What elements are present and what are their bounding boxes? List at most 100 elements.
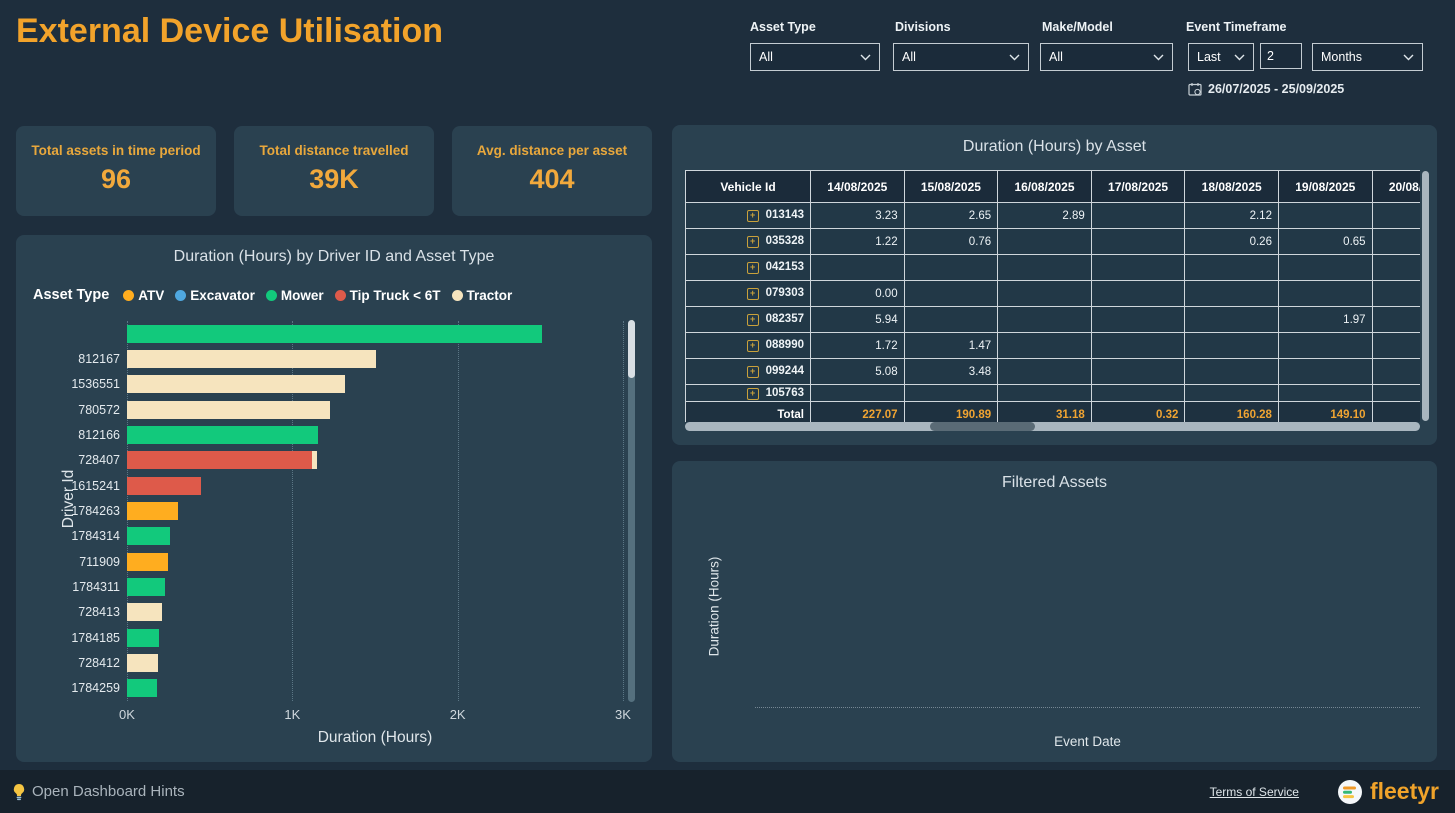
driver-bar-segment[interactable] bbox=[127, 451, 312, 469]
table-cell[interactable] bbox=[1278, 281, 1372, 307]
table-cell[interactable] bbox=[1185, 385, 1279, 402]
table-cell[interactable] bbox=[1091, 307, 1185, 333]
table-cell[interactable]: 0.76 bbox=[904, 229, 998, 255]
table-cell[interactable]: 2.89 bbox=[1372, 307, 1420, 333]
vehicle-id-cell[interactable]: +079303 bbox=[686, 281, 811, 307]
table-cell[interactable]: 3.48 bbox=[904, 359, 998, 385]
table-cell[interactable] bbox=[904, 385, 998, 402]
driver-chart-scrollbar[interactable] bbox=[628, 320, 635, 702]
table-cell[interactable] bbox=[811, 255, 905, 281]
expand-row-icon[interactable]: + bbox=[747, 388, 759, 400]
vehicle-id-cell[interactable]: +013143 bbox=[686, 203, 811, 229]
table-column-header[interactable]: 16/08/2025 bbox=[998, 171, 1092, 203]
table-cell[interactable] bbox=[1091, 359, 1185, 385]
table-cell[interactable]: 2.89 bbox=[998, 203, 1092, 229]
table-cell[interactable] bbox=[998, 281, 1092, 307]
table-column-header[interactable]: 14/08/2025 bbox=[811, 171, 905, 203]
table-cell[interactable] bbox=[1091, 255, 1185, 281]
divisions-dropdown[interactable]: All bbox=[893, 43, 1029, 71]
table-cell[interactable] bbox=[1091, 229, 1185, 255]
table-cell[interactable] bbox=[904, 281, 998, 307]
scrollbar-thumb[interactable] bbox=[930, 422, 1035, 431]
legend-item-tip-truck-6t[interactable]: Tip Truck < 6T bbox=[335, 288, 441, 303]
table-cell[interactable] bbox=[1372, 281, 1420, 307]
driver-bar-segment[interactable] bbox=[127, 502, 178, 520]
table-column-header[interactable]: 18/08/2025 bbox=[1185, 171, 1279, 203]
table-cell[interactable]: 1.97 bbox=[1278, 307, 1372, 333]
table-cell[interactable]: 2.12 bbox=[1185, 203, 1279, 229]
driver-bar-segment[interactable] bbox=[127, 679, 157, 697]
table-cell[interactable] bbox=[811, 385, 905, 402]
table-column-header[interactable]: 17/08/2025 bbox=[1091, 171, 1185, 203]
legend-item-excavator[interactable]: Excavator bbox=[175, 288, 255, 303]
driver-bar-segment[interactable] bbox=[127, 527, 170, 545]
expand-row-icon[interactable]: + bbox=[747, 314, 759, 326]
driver-bar-segment[interactable] bbox=[312, 451, 317, 469]
table-cell[interactable] bbox=[1372, 333, 1420, 359]
driver-bar-segment[interactable] bbox=[127, 553, 168, 571]
open-dashboard-hints-button[interactable]: Open Dashboard Hints bbox=[12, 783, 185, 801]
table-cell[interactable]: 5.08 bbox=[811, 359, 905, 385]
vehicle-id-cell[interactable]: +082357 bbox=[686, 307, 811, 333]
terms-of-service-link[interactable]: Terms of Service bbox=[1210, 785, 1299, 799]
table-cell[interactable]: 2.48 bbox=[1372, 359, 1420, 385]
legend-item-tractor[interactable]: Tractor bbox=[452, 288, 513, 303]
table-cell[interactable]: 1.47 bbox=[904, 333, 998, 359]
driver-bar-segment[interactable] bbox=[127, 578, 165, 596]
expand-row-icon[interactable]: + bbox=[747, 210, 759, 222]
table-column-header[interactable]: 20/08/2025 bbox=[1372, 171, 1420, 203]
vehicle-id-cell[interactable]: +042153 bbox=[686, 255, 811, 281]
table-cell[interactable] bbox=[1091, 385, 1185, 402]
table-cell[interactable] bbox=[998, 359, 1092, 385]
table-cell[interactable]: 2.65 bbox=[904, 203, 998, 229]
table-cell[interactable] bbox=[1372, 385, 1420, 402]
table-cell[interactable] bbox=[1185, 333, 1279, 359]
table-cell[interactable] bbox=[1091, 333, 1185, 359]
table-cell[interactable] bbox=[1278, 333, 1372, 359]
driver-bar-segment[interactable] bbox=[127, 603, 162, 621]
table-cell[interactable]: 1.72 bbox=[811, 333, 905, 359]
driver-bar-segment[interactable] bbox=[127, 401, 330, 419]
table-cell[interactable]: 0.65 bbox=[1278, 229, 1372, 255]
driver-bar-segment[interactable] bbox=[127, 350, 376, 368]
driver-bar-segment[interactable] bbox=[127, 629, 159, 647]
driver-bar-segment[interactable] bbox=[127, 477, 201, 495]
table-cell[interactable] bbox=[998, 307, 1092, 333]
table-cell[interactable]: 0.26 bbox=[1185, 229, 1279, 255]
legend-item-atv[interactable]: ATV bbox=[123, 288, 164, 303]
expand-row-icon[interactable]: + bbox=[747, 366, 759, 378]
table-column-header[interactable]: 15/08/2025 bbox=[904, 171, 998, 203]
expand-row-icon[interactable]: + bbox=[747, 288, 759, 300]
timeframe-mode-dropdown[interactable]: Last bbox=[1188, 43, 1254, 71]
driver-bar-segment[interactable] bbox=[127, 426, 318, 444]
timeframe-number-input[interactable] bbox=[1260, 43, 1302, 69]
driver-bar-segment[interactable] bbox=[127, 375, 345, 393]
vehicle-id-cell[interactable]: +099244 bbox=[686, 359, 811, 385]
table-cell[interactable] bbox=[1185, 307, 1279, 333]
table-cell[interactable]: 0.00 bbox=[811, 281, 905, 307]
vehicle-id-cell[interactable]: +035328 bbox=[686, 229, 811, 255]
expand-row-icon[interactable]: + bbox=[747, 236, 759, 248]
table-cell[interactable] bbox=[1185, 359, 1279, 385]
table-cell[interactable]: 3.23 bbox=[811, 203, 905, 229]
table-cell[interactable] bbox=[998, 255, 1092, 281]
table-cell[interactable] bbox=[1091, 203, 1185, 229]
table-cell[interactable] bbox=[1278, 255, 1372, 281]
make-model-dropdown[interactable]: All bbox=[1040, 43, 1173, 71]
table-cell[interactable] bbox=[904, 307, 998, 333]
scrollbar-thumb[interactable] bbox=[628, 320, 635, 378]
expand-row-icon[interactable]: + bbox=[747, 262, 759, 274]
table-horizontal-scrollbar[interactable] bbox=[685, 422, 1420, 431]
legend-item-mower[interactable]: Mower bbox=[266, 288, 324, 303]
table-cell[interactable]: 1.22 bbox=[811, 229, 905, 255]
table-cell[interactable]: 5.94 bbox=[811, 307, 905, 333]
table-cell[interactable] bbox=[1278, 203, 1372, 229]
table-cell[interactable]: 2.30 bbox=[1372, 203, 1420, 229]
table-column-header[interactable]: 19/08/2025 bbox=[1278, 171, 1372, 203]
table-cell[interactable] bbox=[998, 385, 1092, 402]
table-cell[interactable] bbox=[1091, 281, 1185, 307]
driver-bar-segment[interactable] bbox=[127, 654, 158, 672]
expand-row-icon[interactable]: + bbox=[747, 340, 759, 352]
asset-type-dropdown[interactable]: All bbox=[750, 43, 880, 71]
vehicle-id-cell[interactable]: +105763 bbox=[686, 385, 811, 402]
